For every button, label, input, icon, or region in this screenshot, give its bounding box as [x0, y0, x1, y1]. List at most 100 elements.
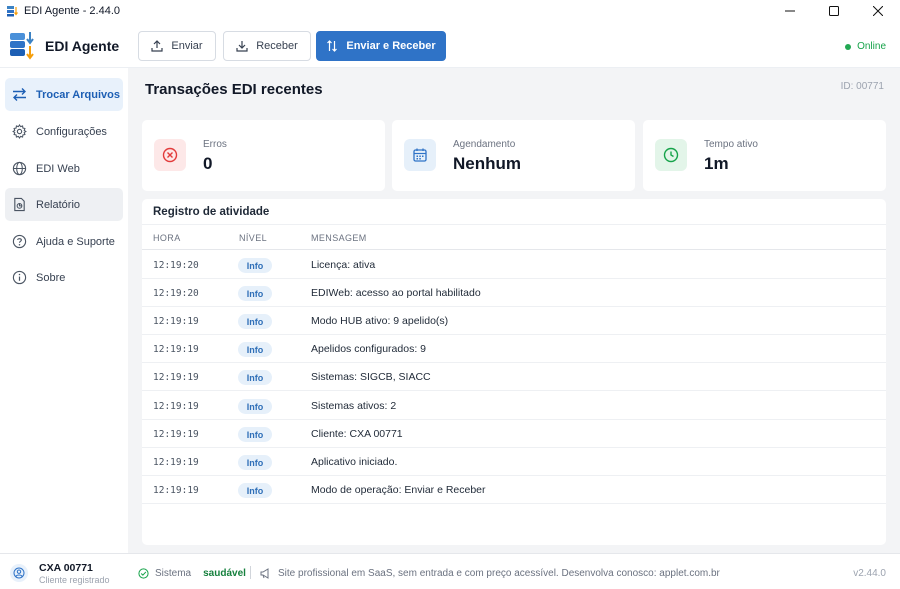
schedule-value: Nenhum — [453, 154, 521, 173]
app-version: v2.44.0 — [853, 568, 886, 579]
uptime-value: 1m — [704, 154, 729, 173]
table-row: 12:19:20 Info EDIWeb: acesso ao portal h… — [142, 279, 886, 307]
row-time: 12:19:19 — [153, 429, 199, 440]
info-icon — [11, 270, 27, 286]
receive-button[interactable]: Receber — [223, 31, 311, 61]
row-time: 12:19:19 — [153, 485, 199, 496]
row-time: 12:19:20 — [153, 260, 199, 271]
level-badge: Info — [238, 399, 272, 414]
footer-divider — [250, 566, 251, 579]
promo-text: Site profissional em SaaS, sem entrada e… — [278, 568, 720, 579]
level-badge: Info — [238, 427, 272, 442]
row-message: Sistemas ativos: 2 — [311, 400, 397, 412]
user-subtitle: Cliente registrado — [39, 575, 110, 585]
level-badge: Info — [238, 483, 272, 498]
swap-arrows-icon — [11, 87, 27, 103]
sidebar-item-ajuda-suporte[interactable]: Ajuda e Suporte — [5, 225, 123, 258]
sidebar-item-label: Configurações — [36, 125, 107, 138]
column-header-message: MENSAGEM — [311, 233, 367, 243]
activity-log-title: Registro de atividade — [153, 206, 270, 218]
column-header-level: NÍVEL — [239, 233, 268, 243]
level-badge: Info — [238, 286, 272, 301]
error-x-icon — [154, 139, 186, 171]
sidebar-item-relatorio[interactable]: Relatório — [5, 188, 123, 221]
sidebar-item-label: Trocar Arquivos — [36, 88, 120, 101]
uptime-card: Tempo ativo 1m — [643, 120, 886, 191]
table-row: 12:19:19 Info Modo HUB ativo: 9 apelido(… — [142, 307, 886, 335]
schedule-label: Agendamento — [453, 139, 516, 150]
table-row: 12:19:19 Info Sistemas: SIGCB, SIACC — [142, 363, 886, 391]
row-time: 12:19:19 — [153, 457, 199, 468]
column-header-time: HORA — [153, 233, 181, 243]
connection-status: Online — [845, 41, 886, 52]
row-message: EDIWeb: acesso ao portal habilitado — [311, 287, 481, 299]
globe-icon — [11, 161, 27, 177]
page-title: Transações EDI recentes — [145, 81, 323, 98]
table-row: 12:19:19 Info Apelidos configurados: 9 — [142, 335, 886, 363]
activity-log-panel: Registro de atividade HORA NÍVEL MENSAGE… — [142, 199, 886, 545]
sidebar-item-label: Relatório — [36, 198, 81, 211]
errors-value: 0 — [203, 154, 213, 173]
online-dot-icon — [845, 43, 852, 50]
table-row: 12:19:19 Info Cliente: CXA 00771 — [142, 420, 886, 448]
send-receive-button-label: Enviar e Receber — [346, 40, 436, 52]
level-badge: Info — [238, 314, 272, 329]
row-message: Aplicativo iniciado. — [311, 456, 398, 468]
sidebar-item-configuracoes[interactable]: Configurações — [5, 115, 123, 148]
sidebar-item-trocar-arquivos[interactable]: Trocar Arquivos — [5, 78, 123, 111]
system-health: Sistema saudável — [138, 568, 246, 579]
user-name: CXA 00771 — [39, 562, 93, 574]
sidebar-item-label: Sobre — [36, 271, 66, 284]
row-message: Sistemas: SIGCB, SIACC — [311, 371, 431, 383]
sidebar-item-edi-web[interactable]: EDI Web — [5, 152, 123, 185]
close-button[interactable] — [856, 0, 900, 22]
sidebar-item-label: Ajuda e Suporte — [36, 235, 115, 248]
minimize-button[interactable] — [768, 0, 812, 22]
download-icon — [236, 41, 248, 52]
row-time: 12:19:19 — [153, 344, 199, 355]
level-badge: Info — [238, 370, 272, 385]
row-message: Cliente: CXA 00771 — [311, 428, 403, 440]
send-receive-button[interactable]: Enviar e Receber — [316, 31, 446, 61]
sidebar-item-label: EDI Web — [36, 162, 80, 175]
swap-vertical-icon — [327, 40, 338, 52]
row-time: 12:19:19 — [153, 401, 199, 412]
help-icon — [11, 234, 27, 250]
errors-card: Erros 0 — [142, 120, 385, 191]
brand-name: EDI Agente — [45, 38, 120, 54]
table-row: 12:19:19 Info Modo de operação: Enviar e… — [142, 476, 886, 504]
uptime-label: Tempo ativo — [704, 139, 758, 150]
status-label: Online — [857, 41, 886, 52]
calendar-icon — [404, 139, 436, 171]
upload-icon — [151, 40, 164, 52]
check-circle-icon — [138, 568, 149, 579]
sidebar-item-sobre[interactable]: Sobre — [5, 261, 123, 294]
client-id: ID: 00771 — [840, 81, 884, 92]
gear-icon — [11, 124, 27, 140]
row-time: 12:19:19 — [153, 372, 199, 383]
table-row: 12:19:19 Info Aplicativo iniciado. — [142, 448, 886, 476]
errors-label: Erros — [203, 139, 227, 150]
row-time: 12:19:19 — [153, 316, 199, 327]
level-badge: Info — [238, 455, 272, 470]
table-header: HORA NÍVEL MENSAGEM — [142, 224, 886, 250]
clock-icon — [655, 139, 687, 171]
row-message: Modo HUB ativo: 9 apelido(s) — [311, 315, 449, 327]
level-badge: Info — [238, 342, 272, 357]
megaphone-icon — [260, 568, 269, 579]
logo-icon — [10, 32, 34, 60]
maximize-button[interactable] — [812, 0, 856, 22]
send-button[interactable]: Enviar — [138, 31, 216, 61]
system-label: Sistema — [155, 568, 192, 579]
row-time: 12:19:20 — [153, 288, 199, 299]
maximize-icon — [829, 6, 839, 16]
system-status: saudável — [203, 568, 246, 579]
app-icon — [7, 6, 18, 17]
level-badge: Info — [238, 258, 272, 273]
schedule-card: Agendamento Nenhum — [392, 120, 635, 191]
row-message: Apelidos configurados: 9 — [311, 343, 426, 355]
receive-button-label: Receber — [256, 40, 298, 52]
row-message: Modo de operação: Enviar e Receber — [311, 484, 486, 496]
user-avatar-icon — [10, 564, 28, 582]
row-message: Licença: ativa — [311, 259, 376, 271]
